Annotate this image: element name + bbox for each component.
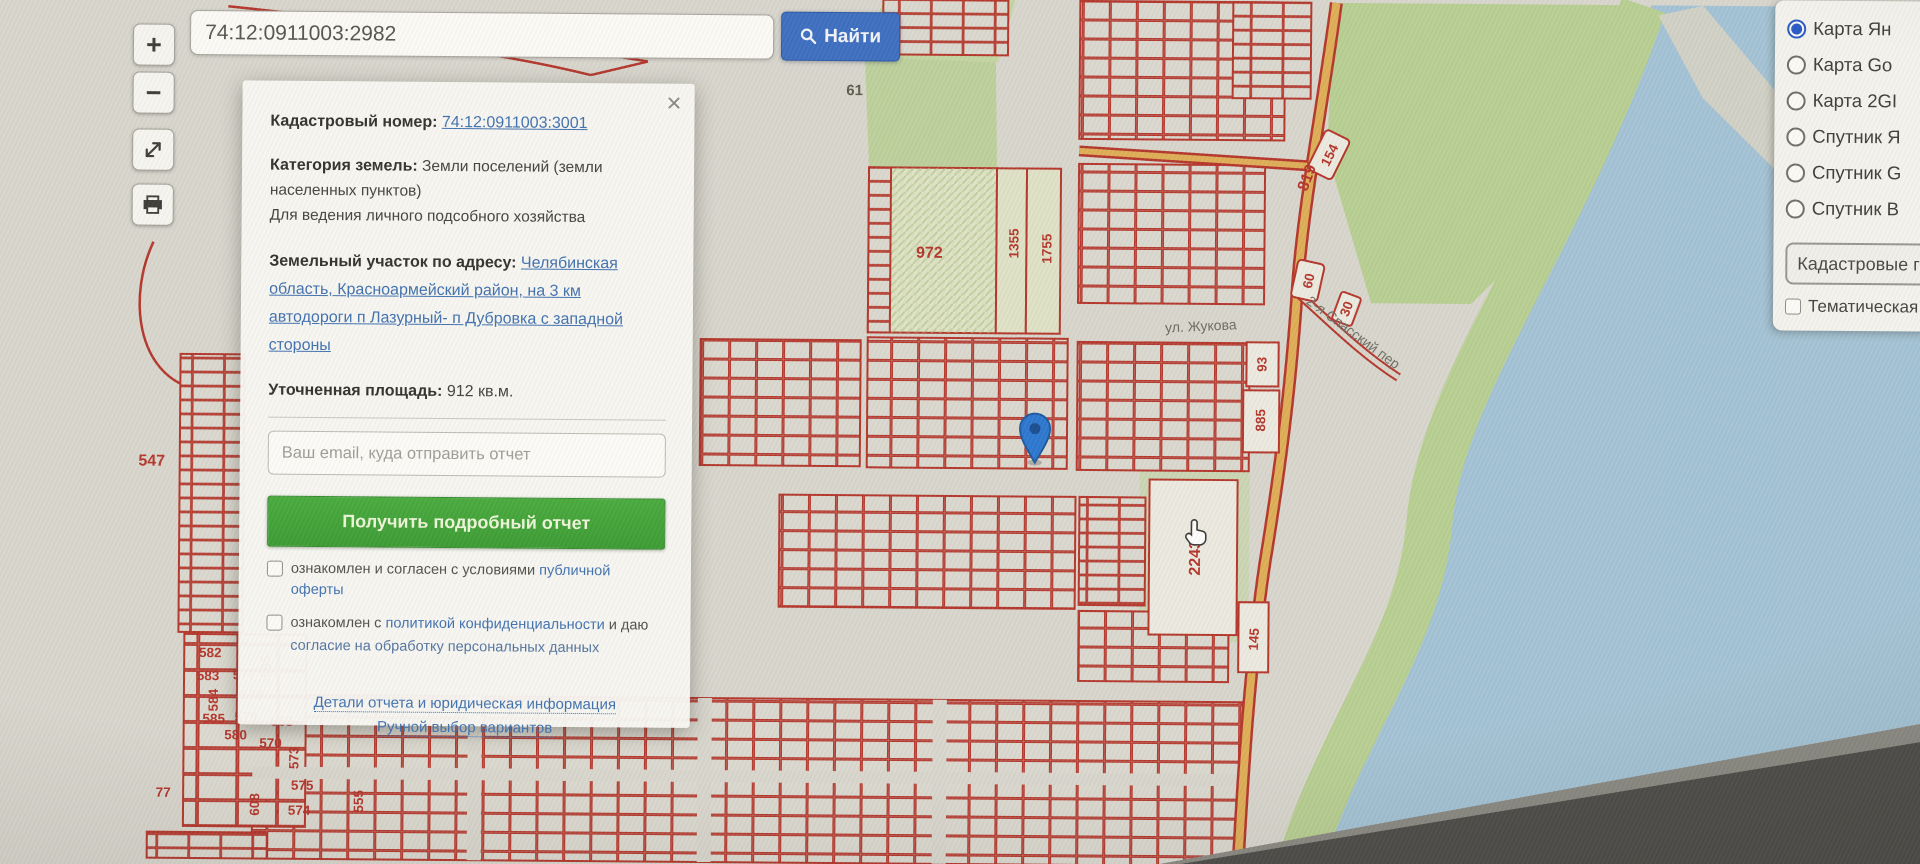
address-row: Земельный участок по адресу: Челябинская… — [269, 248, 668, 363]
parcel-972[interactable] — [866, 166, 1063, 335]
hand-cursor-icon — [1185, 519, 1207, 546]
layer-label: Карта Ян — [1813, 17, 1892, 40]
search-button[interactable]: Найти — [780, 11, 901, 62]
privacy-checkbox-label: ознакомлен с политикой конфиденциальност… — [290, 614, 649, 634]
email-field[interactable] — [267, 430, 666, 478]
layer-option-sputnik-yandex[interactable]: Спутник Я — [1786, 118, 1920, 155]
layer-label: Спутник Я — [1812, 125, 1901, 148]
svg-text:585: 585 — [202, 711, 225, 726]
radio-icon — [1786, 54, 1806, 75]
radio-icon — [1785, 162, 1806, 183]
svg-text:608: 608 — [247, 793, 262, 816]
manual-selection-link[interactable]: Ручной выбор вариантов — [376, 718, 553, 738]
thematic-checkbox — [1784, 298, 1802, 315]
svg-text:582: 582 — [199, 645, 222, 660]
offer-checkbox-label: ознакомлен и согласен с условиями публич… — [290, 560, 611, 599]
zoom-out-button[interactable]: − — [132, 71, 175, 114]
zoom-in-button[interactable]: + — [132, 23, 176, 66]
plus-icon: + — [146, 29, 163, 60]
search-input[interactable] — [189, 9, 775, 60]
land-usage-value: Для ведения личного подсобного хозяйства — [269, 206, 586, 227]
search-button-label: Найти — [824, 25, 882, 47]
svg-text:77: 77 — [156, 785, 171, 800]
layer-option-karta-yandex[interactable]: Карта Ян — [1787, 10, 1920, 47]
svg-text:972: 972 — [916, 245, 943, 262]
land-category-row: Категория земель: Земли поселений (земли… — [270, 153, 669, 231]
thematic-map-row[interactable]: Тематическая — [1784, 296, 1920, 317]
divider — [268, 416, 667, 421]
layer-label: Карта Go — [1812, 53, 1893, 76]
area-label: Уточненная площадь: — [268, 381, 443, 400]
privacy-checkbox-label-line2: согласие на обработку персональных данны… — [290, 637, 600, 657]
radio-icon — [1785, 198, 1805, 219]
fullscreen-button[interactable] — [132, 128, 175, 171]
offer-checkbox-row: ознакомлен и согласен с условиями публич… — [266, 559, 665, 604]
svg-text:584: 584 — [206, 688, 221, 711]
cadastre-borders-dropdown[interactable]: Кадастровые гра — [1785, 242, 1920, 287]
popup-footer-links: Детали отчета и юридическая информация Р… — [266, 691, 664, 742]
layer-label: Спутник B — [1811, 197, 1900, 220]
green-strip-mid — [864, 57, 998, 169]
layer-option-sputnik-google[interactable]: Спутник G — [1785, 154, 1920, 191]
layer-label: Спутник G — [1811, 161, 1902, 184]
svg-text:ул. Жукова: ул. Жукова — [1165, 316, 1237, 335]
privacy-checkbox[interactable] — [266, 614, 283, 631]
expand-icon — [145, 142, 161, 158]
print-icon — [143, 195, 162, 214]
svg-text:885: 885 — [1253, 409, 1268, 432]
close-icon[interactable]: × — [666, 88, 681, 118]
svg-text:60: 60 — [1300, 272, 1318, 290]
svg-text:583: 583 — [197, 668, 220, 683]
cadastral-number-label: Кадастровый номер: — [270, 112, 438, 131]
radio-selected-icon — [1787, 18, 1807, 39]
privacy-policy-link[interactable]: политикой конфиденциальности — [385, 615, 604, 633]
thematic-label: Тематическая — [1807, 296, 1919, 317]
layer-option-karta-2gis[interactable]: Карта 2GI — [1786, 82, 1920, 119]
svg-text:580: 580 — [224, 727, 247, 742]
svg-text:575: 575 — [291, 778, 314, 793]
privacy-checkbox-row: ознакомлен с политикой конфиденциальност… — [266, 613, 664, 637]
parcel-info-popup: × Кадастровый номер: 74:12:0911003:3001 … — [237, 80, 695, 738]
svg-text:145: 145 — [1246, 627, 1262, 651]
svg-text:574: 574 — [288, 803, 311, 818]
cadastral-number-link[interactable]: 74:12:0911003:3001 — [442, 114, 588, 132]
get-report-button[interactable]: Получить подробный отчет — [267, 495, 666, 550]
search-icon — [800, 28, 817, 45]
layer-option-sputnik-bing[interactable]: Спутник B — [1785, 190, 1920, 227]
svg-text:547: 547 — [138, 453, 165, 470]
print-button[interactable] — [131, 183, 174, 226]
layers-panel: Карта Ян Карта Go Карта 2GI Спутник Я Сп… — [1772, 0, 1920, 332]
layer-label: Карта 2GI — [1812, 89, 1898, 112]
svg-text:573: 573 — [286, 746, 301, 769]
layer-option-karta-google[interactable]: Карта Go — [1786, 46, 1920, 83]
svg-text:61: 61 — [846, 82, 863, 99]
radio-icon — [1786, 126, 1806, 147]
radio-icon — [1786, 90, 1806, 111]
svg-text:555: 555 — [351, 789, 366, 812]
area-value: 912 кв.м. — [446, 382, 514, 401]
svg-text:1355: 1355 — [1006, 228, 1021, 259]
svg-text:1755: 1755 — [1039, 233, 1054, 264]
svg-text:93: 93 — [1254, 356, 1269, 372]
offer-checkbox[interactable] — [266, 560, 283, 577]
land-category-label: Категория земель: — [270, 156, 418, 175]
area-row: Уточненная площадь: 912 кв.м. — [268, 382, 666, 403]
screen-photo: 61 972 1355 1755 819 154 60 30 93 885 54… — [0, 0, 1920, 864]
report-details-link[interactable]: Детали отчета и юридическая информация — [313, 693, 617, 715]
address-label: Земельный участок по адресу: — [269, 252, 517, 272]
minus-icon: − — [145, 77, 162, 108]
cadastral-number-row: Кадастровый номер: 74:12:0911003:3001 — [270, 113, 668, 134]
